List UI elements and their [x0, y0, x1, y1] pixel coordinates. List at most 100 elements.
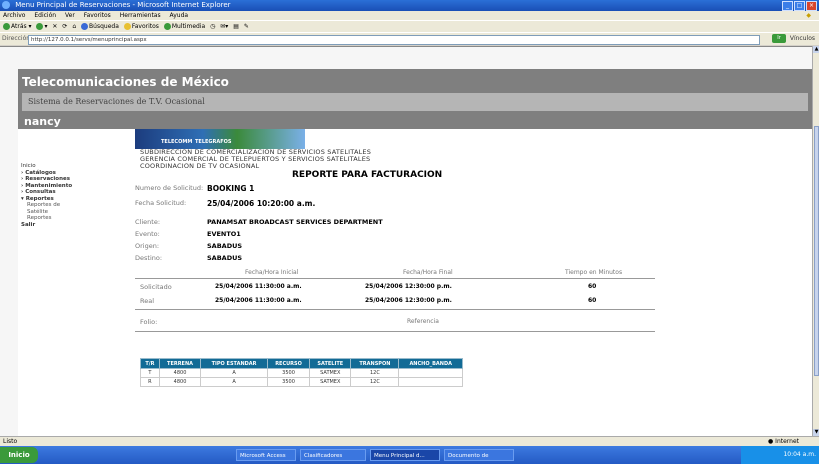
task-documento[interactable]: Documento de Microso...	[444, 449, 514, 461]
banner-telegrafos: TELEGRAFOS	[195, 139, 232, 145]
home-button[interactable]: ⌂	[72, 21, 76, 32]
menu-herramientas[interactable]: Herramientas	[120, 12, 161, 19]
menu-bar: Archivo Edición Ver Favoritos Herramient…	[0, 11, 819, 20]
real-start: 25/04/2006 11:30:00 a.m.	[215, 297, 302, 304]
cell-terrena: 4800	[158, 368, 202, 378]
site-subtitle: Sistema de Reservaciones de T.V. Ocasion…	[22, 93, 808, 111]
dept-line-3: COORDINACION DE TV OCASIONAL	[140, 162, 260, 170]
cell-recurso: 3500	[266, 368, 311, 378]
col-ancho-banda: ANCHO_BANDA	[398, 358, 463, 369]
requested-start: 25/04/2006 11:30:00 a.m.	[215, 283, 302, 290]
windows-taskbar: Inicio Microsoft Access Clasificadores M…	[0, 446, 819, 464]
mail-button[interactable]: ✉▾	[220, 21, 228, 32]
nav-reportes-satelite[interactable]: Reportes de Satélite	[21, 202, 79, 215]
favorites-button[interactable]: Favoritos	[123, 21, 159, 32]
browser-toolbar: Atrás ▾ ▾ ✕ ⟳ ⌂ Búsqueda Favoritos Multi…	[0, 20, 819, 32]
cell-satelite: SATMEX	[309, 377, 352, 387]
task-menu-principal[interactable]: Menu Principal d...	[370, 449, 440, 461]
col-transpon: TRANSPON	[350, 358, 400, 369]
edit-button[interactable]: ✎	[244, 21, 249, 32]
back-arrow-icon	[3, 23, 10, 30]
requested-end: 25/04/2006 12:30:00 p.m.	[365, 283, 452, 290]
stop-button[interactable]: ✕	[52, 21, 57, 32]
back-button[interactable]: Atrás ▾	[3, 21, 32, 32]
ie-icon	[2, 1, 10, 9]
menu-favoritos[interactable]: Favoritos	[84, 12, 111, 19]
nav-consultas-label: Consultas	[25, 189, 56, 195]
nav-reservaciones-label: Reservaciones	[25, 176, 71, 182]
links-button[interactable]: Vínculos	[790, 33, 815, 45]
task-clasificadores[interactable]: Clasificadores	[300, 449, 366, 461]
nav-catalogos-label: Catálogos	[25, 169, 56, 176]
star-icon	[123, 23, 131, 30]
clock: 10:04 a.m.	[783, 451, 816, 458]
menu-edicion[interactable]: Edición	[34, 12, 56, 19]
header-start: Fecha/Hora Inicial	[245, 269, 299, 276]
windows-logo-icon: ◆	[806, 12, 811, 19]
start-button[interactable]: Inicio	[0, 447, 38, 463]
folio-label: Folio:	[140, 318, 158, 326]
zone-label: Internet	[775, 438, 799, 445]
real-minutes: 60	[588, 297, 597, 304]
scroll-thumb[interactable]	[814, 126, 819, 376]
menu-archivo[interactable]: Archivo	[3, 12, 25, 19]
menu-ayuda[interactable]: Ayuda	[170, 12, 189, 19]
col-recurso: RECURSO	[266, 358, 311, 369]
reference-label: Referencia	[407, 318, 439, 325]
print-button[interactable]: ▤	[233, 21, 239, 32]
table-row: R 4800 A 3500 SATMEX 12C	[140, 377, 463, 387]
col-tipo-estandar: TIPO ESTANDAR	[200, 358, 268, 369]
scroll-up-icon[interactable]: ▲	[813, 46, 819, 53]
refresh-button[interactable]: ⟳	[62, 21, 67, 32]
search-button[interactable]: Búsqueda	[81, 21, 119, 32]
cell-recurso: 3500	[266, 377, 311, 387]
maximize-button[interactable]: □	[794, 1, 805, 11]
cell-terrena: 4800	[158, 377, 202, 387]
search-icon	[81, 23, 89, 30]
cell-tipo-estandar: A	[200, 377, 268, 387]
cell-transpon: 12C	[350, 368, 400, 378]
close-button[interactable]: ×	[806, 1, 817, 11]
field-label: Fecha Solicitud:	[135, 199, 187, 207]
cell-satelite: SATMEX	[309, 368, 352, 378]
field-value: EVENTO1	[207, 230, 241, 238]
real-end: 25/04/2006 12:30:00 p.m.	[365, 297, 452, 304]
nav-reportes-label: Reportes	[25, 195, 54, 202]
department-heading: SUBDIRECCION DE COMERCIALIZACION DE SERV…	[140, 149, 371, 170]
vertical-scrollbar[interactable]: ▲ ▼	[812, 46, 819, 436]
address-bar: Dirección http://127.0.0.1/servs/menupri…	[0, 32, 819, 45]
address-input[interactable]: http://127.0.0.1/servs/menuprincipal.asp…	[28, 35, 760, 45]
field-label: Numero de Solicitud:	[135, 184, 204, 192]
telecomm-banner: TELECOMM TELEGRAFOS	[135, 129, 305, 149]
go-button[interactable]: Ir	[772, 34, 786, 43]
minimize-button[interactable]: _	[782, 1, 793, 11]
system-tray: 10:04 a.m.	[741, 446, 819, 464]
header-minutes: Tiempo en Minutos	[565, 269, 623, 276]
search-label: Búsqueda	[89, 23, 119, 30]
forward-button[interactable]: ▾	[36, 21, 47, 32]
media-button[interactable]: Multimedia	[163, 21, 205, 32]
nav-salir[interactable]: Salir	[21, 222, 79, 229]
field-label: Origen:	[135, 242, 160, 250]
field-label: Destino:	[135, 254, 163, 262]
col-satelite: SATELITE	[309, 358, 352, 369]
task-access[interactable]: Microsoft Access	[236, 449, 296, 461]
side-navigation: Inicio › Catálogos › Reservaciones › Man…	[21, 163, 79, 228]
header-end: Fecha/Hora Final	[403, 269, 453, 276]
table-header-row: T/R TERRENA TIPO ESTANDAR RECURSO SATELI…	[140, 358, 463, 369]
site-brand: Telecomunicaciones de México	[22, 75, 229, 89]
field-value: PANAMSAT BROADCAST SERVICES DEPARTMENT	[207, 218, 383, 226]
go-label: Ir	[777, 35, 781, 41]
divider	[135, 331, 655, 332]
history-button[interactable]: ◷	[210, 21, 215, 32]
window-title: Menu Principal de Reservaciones - Micros…	[15, 1, 231, 9]
window-titlebar: Menu Principal de Reservaciones - Micros…	[0, 0, 819, 11]
media-icon	[163, 23, 171, 30]
content-area: Inicio › Catálogos › Reservaciones › Man…	[18, 129, 812, 437]
row-requested-label: Solicitado	[140, 283, 172, 291]
scroll-down-icon[interactable]: ▼	[813, 429, 819, 436]
address-label: Dirección	[2, 35, 31, 42]
requested-minutes: 60	[588, 283, 597, 290]
cell-tipo-estandar: A	[200, 368, 268, 378]
menu-ver[interactable]: Ver	[65, 12, 75, 19]
